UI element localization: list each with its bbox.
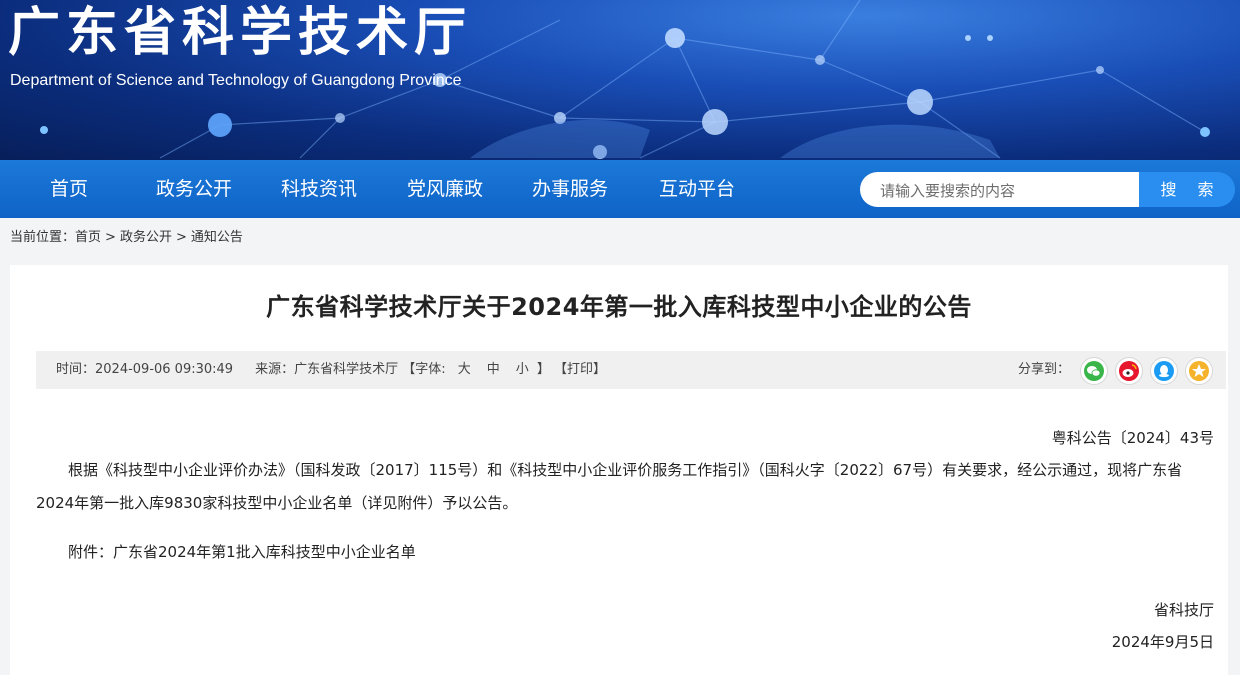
font-size-small-button[interactable]: 小 bbox=[516, 362, 529, 377]
publish-time: 时间：2024-09-06 09:30:49 bbox=[56, 362, 234, 377]
font-size-medium-button[interactable]: 中 bbox=[487, 362, 500, 377]
article-card: 广东省科学技术厅关于2024年第一批入库科技型中小企业的公告 时间：2024-0… bbox=[10, 265, 1228, 675]
site-subtitle: Department of Science and Technology of … bbox=[10, 72, 462, 89]
search-button[interactable]: 搜 索 bbox=[1139, 172, 1235, 207]
qq-icon[interactable] bbox=[1150, 357, 1178, 385]
site-title: 广东省科学技术厅 bbox=[8, 3, 473, 63]
search-box bbox=[860, 172, 1140, 209]
share-label: 分享到： bbox=[1018, 362, 1071, 377]
breadcrumb-separator: > bbox=[175, 230, 187, 245]
font-size-label: 【字体: bbox=[402, 362, 446, 377]
print-button[interactable]: 【打印】 bbox=[554, 362, 606, 377]
font-size-close: 】 bbox=[536, 362, 550, 377]
article-meta-bar: 时间：2024-09-06 09:30:49 来源：广东省科学技术厅 【字体: 大… bbox=[36, 351, 1226, 389]
breadcrumb-separator: > bbox=[105, 230, 116, 245]
search-input[interactable] bbox=[878, 172, 1137, 209]
nav-item-integrity[interactable]: 党风廉政 bbox=[407, 160, 483, 218]
breadcrumb-item-home[interactable]: 首页 bbox=[75, 230, 101, 245]
nav-item-tech-news[interactable]: 科技资讯 bbox=[281, 160, 357, 218]
header-banner: 广东省科学技术厅 Department of Science and Techn… bbox=[0, 0, 1240, 160]
wechat-icon[interactable] bbox=[1080, 357, 1108, 385]
breadcrumb-item-government-affairs[interactable]: 政务公开 bbox=[120, 230, 172, 245]
document-number: 粤科公告〔2024〕43号 bbox=[1051, 429, 1214, 447]
breadcrumb: 当前位置：首页 > 政务公开 > 通知公告 bbox=[10, 228, 243, 248]
signature-date: 2024年9月5日 bbox=[1111, 633, 1214, 651]
nav-item-interaction[interactable]: 互动平台 bbox=[659, 160, 735, 218]
breadcrumb-item-notices[interactable]: 通知公告 bbox=[191, 230, 243, 245]
qzone-icon[interactable] bbox=[1185, 357, 1213, 385]
breadcrumb-prefix: 当前位置： bbox=[10, 230, 76, 245]
article-title: 广东省科学技术厅关于2024年第一批入库科技型中小企业的公告 bbox=[266, 293, 972, 321]
nav-item-services[interactable]: 办事服务 bbox=[532, 160, 608, 218]
attachment-link[interactable]: 附件：广东省2024年第1批入库科技型中小企业名单 bbox=[68, 541, 416, 562]
font-size-large-button[interactable]: 大 bbox=[458, 362, 471, 377]
nav-item-home[interactable]: 首页 bbox=[50, 160, 88, 218]
signature-organization: 省科技厅 bbox=[1153, 601, 1214, 619]
article-paragraph: 根据《科技型中小企业评价办法》（国科发政〔2017〕115号）和《科技型中小企业… bbox=[36, 461, 1183, 512]
article-source: 来源：广东省科学技术厅 bbox=[255, 362, 399, 377]
nav-item-government-affairs[interactable]: 政务公开 bbox=[156, 160, 232, 218]
weibo-icon[interactable] bbox=[1115, 357, 1143, 385]
